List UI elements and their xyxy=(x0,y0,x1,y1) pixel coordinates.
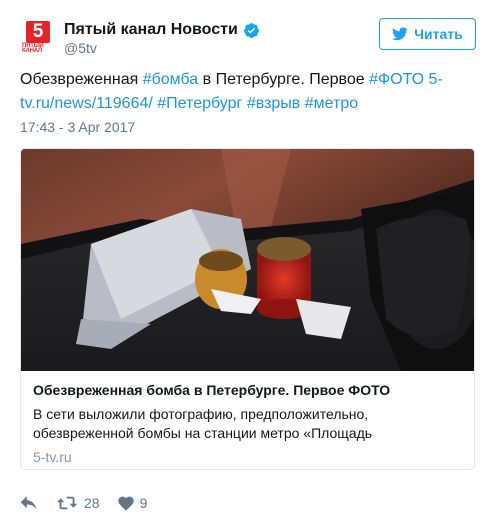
reply-icon xyxy=(20,496,37,510)
tweet-actions: 28 9 xyxy=(20,492,165,514)
twitter-bird-icon xyxy=(392,27,408,41)
heart-icon xyxy=(117,496,134,511)
channel-logo-icon: 5 xyxy=(26,21,50,43)
tweet-text-segment: в Петербурге. Первое xyxy=(198,71,370,88)
follow-button-label: Читать xyxy=(414,26,463,42)
follow-button[interactable]: Читать xyxy=(379,18,476,50)
card-domain: 5-tv.ru xyxy=(33,449,72,465)
tweet-link[interactable]: #взрыв xyxy=(247,95,300,112)
card-description: В сети выложили фотографию, предположите… xyxy=(33,406,373,441)
tweet-text-segment: Обезвреженная xyxy=(20,71,143,88)
retweet-icon xyxy=(56,496,78,510)
tweet-text: Обезвреженная #бомба в Петербурге. Перво… xyxy=(20,68,475,116)
like-button[interactable]: 9 xyxy=(117,495,148,511)
card-photo xyxy=(21,149,474,371)
avatar[interactable]: 5 ПЯТЫЙ КАНАЛ xyxy=(20,19,56,55)
card-body: Обезвреженная бомба в Петербурге. Первое… xyxy=(21,371,474,469)
verified-badge-icon xyxy=(243,22,259,38)
tweet-link[interactable]: #ФОТО xyxy=(369,71,424,88)
logo-digit: 5 xyxy=(32,21,44,42)
tweet-timestamp[interactable]: 17:43 - 3 Apr 2017 xyxy=(20,119,135,135)
author-display-name[interactable]: Пятый канал Новости xyxy=(64,20,238,40)
reply-button[interactable] xyxy=(20,495,38,511)
embedded-tweet: 5 ПЯТЫЙ КАНАЛ Пятый канал Новости @5tv Ч… xyxy=(0,0,493,526)
like-count: 9 xyxy=(139,495,148,511)
retweet-count: 28 xyxy=(84,495,100,511)
author-handle[interactable]: @5tv xyxy=(64,40,97,56)
retweet-button[interactable]: 28 xyxy=(56,495,100,511)
author-name-row: Пятый канал Новости xyxy=(64,20,260,40)
tweet-link[interactable]: #бомба xyxy=(143,71,198,88)
card-title[interactable]: Обезвреженная бомба в Петербурге. Первое… xyxy=(33,381,464,400)
logo-brand-text: ПЯТЫЙ КАНАЛ xyxy=(22,43,44,54)
tweet-link[interactable]: #Петербург xyxy=(157,95,242,112)
tweet-link[interactable]: #метро xyxy=(305,95,358,112)
link-card[interactable]: Обезвреженная бомба в Петербурге. Первое… xyxy=(20,148,475,470)
